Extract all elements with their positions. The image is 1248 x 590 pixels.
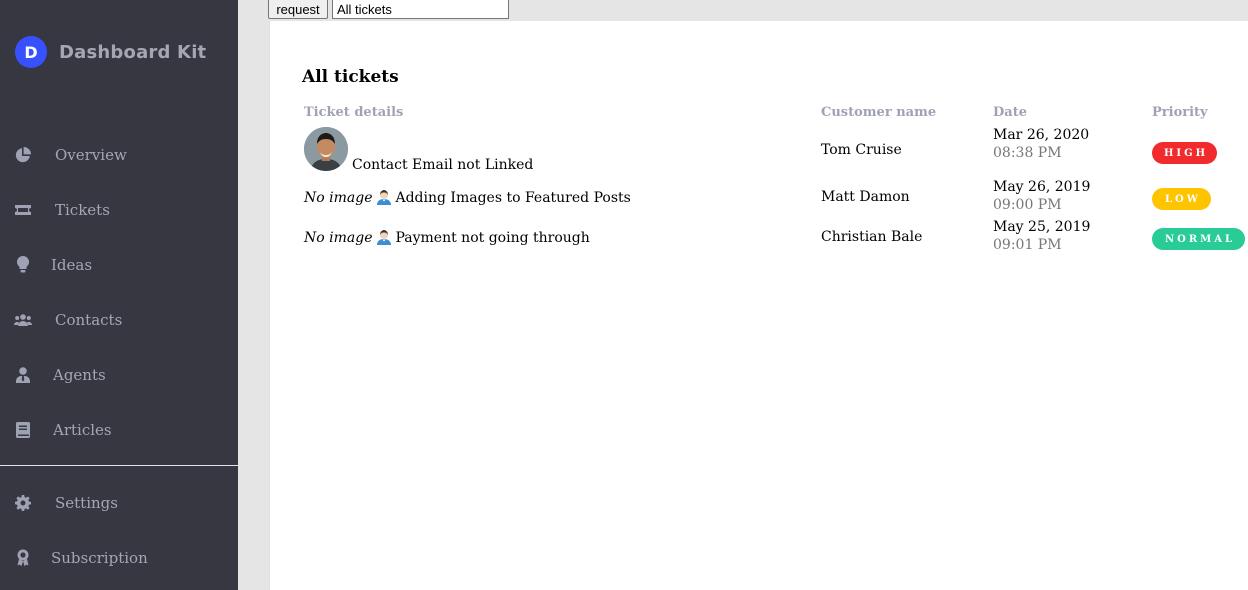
no-image-label: No image xyxy=(304,230,373,246)
column-header-ticket-details: Ticket details xyxy=(304,105,404,120)
tickets-panel xyxy=(269,21,1248,590)
customer-name: Christian Bale xyxy=(821,229,923,245)
ticket-filter-select[interactable]: All tickets xyxy=(332,0,509,19)
ticket-details: No image Payment not going through xyxy=(304,229,590,249)
user-tie-icon xyxy=(14,366,32,384)
ticket-title[interactable]: Adding Images to Featured Posts xyxy=(395,190,630,206)
ticket-time: 09:01 PM xyxy=(993,237,1062,253)
ticket-details: No image Adding Images to Featured Posts xyxy=(304,189,631,209)
customer-name: Tom Cruise xyxy=(821,142,902,158)
person-icon xyxy=(376,229,392,249)
ticket-time: 08:38 PM xyxy=(993,145,1062,161)
no-image-label: No image xyxy=(304,190,373,206)
users-icon xyxy=(14,311,32,329)
sidebar-item-subscription[interactable]: Subscription xyxy=(0,530,238,585)
sidebar-item-label: Contacts xyxy=(55,310,123,329)
sidebar-item-label: Articles xyxy=(53,420,112,439)
pie-chart-icon xyxy=(14,146,32,164)
brand-name: Dashboard Kit xyxy=(59,41,207,63)
sidebar-item-tickets[interactable]: Tickets xyxy=(0,182,238,237)
brand-logo: D xyxy=(15,36,47,68)
sidebar-item-label: Tickets xyxy=(55,200,110,219)
page-title: All tickets xyxy=(302,67,399,87)
lightbulb-icon xyxy=(14,256,32,274)
award-icon xyxy=(14,549,32,567)
sidebar-item-label: Agents xyxy=(53,365,106,384)
sidebar-item-label: Overview xyxy=(55,145,127,164)
avatar xyxy=(304,127,348,171)
priority-badge-normal: NORMAL xyxy=(1152,228,1245,250)
person-icon xyxy=(376,189,392,209)
sidebar-item-contacts[interactable]: Contacts xyxy=(0,292,238,347)
ticket-time: 09:00 PM xyxy=(993,197,1062,213)
sidebar: D Dashboard Kit Overview Tickets Ideas C… xyxy=(0,0,238,590)
priority-badge-high: HIGH xyxy=(1152,142,1217,164)
sidebar-item-label: Ideas xyxy=(51,255,93,274)
ticket-title[interactable]: Contact Email not Linked xyxy=(352,157,533,173)
sidebar-item-agents[interactable]: Agents xyxy=(0,347,238,402)
sidebar-item-articles[interactable]: Articles xyxy=(0,402,238,457)
sidebar-item-ideas[interactable]: Ideas xyxy=(0,237,238,292)
request-button[interactable]: request xyxy=(268,0,328,19)
ticket-date: May 26, 2019 xyxy=(993,179,1091,195)
sidebar-divider xyxy=(0,465,238,466)
ticket-title[interactable]: Payment not going through xyxy=(395,230,589,246)
brand[interactable]: D Dashboard Kit xyxy=(15,36,206,68)
column-header-priority: Priority xyxy=(1152,105,1208,120)
ticket-date: May 25, 2019 xyxy=(993,219,1091,235)
priority-badge-low: LOW xyxy=(1152,188,1211,210)
gear-icon xyxy=(14,494,32,512)
book-icon xyxy=(14,421,32,439)
ticket-icon xyxy=(14,201,32,219)
column-header-date: Date xyxy=(993,105,1027,120)
sidebar-item-overview[interactable]: Overview xyxy=(0,127,238,182)
sidebar-item-label: Subscription xyxy=(51,548,148,567)
customer-name: Matt Damon xyxy=(821,189,910,205)
column-header-customer-name: Customer name xyxy=(821,105,937,120)
sidebar-item-settings[interactable]: Settings xyxy=(0,475,238,530)
brand-logo-letter: D xyxy=(24,42,38,62)
ticket-date: Mar 26, 2020 xyxy=(993,127,1090,143)
sidebar-item-label: Settings xyxy=(55,493,118,512)
